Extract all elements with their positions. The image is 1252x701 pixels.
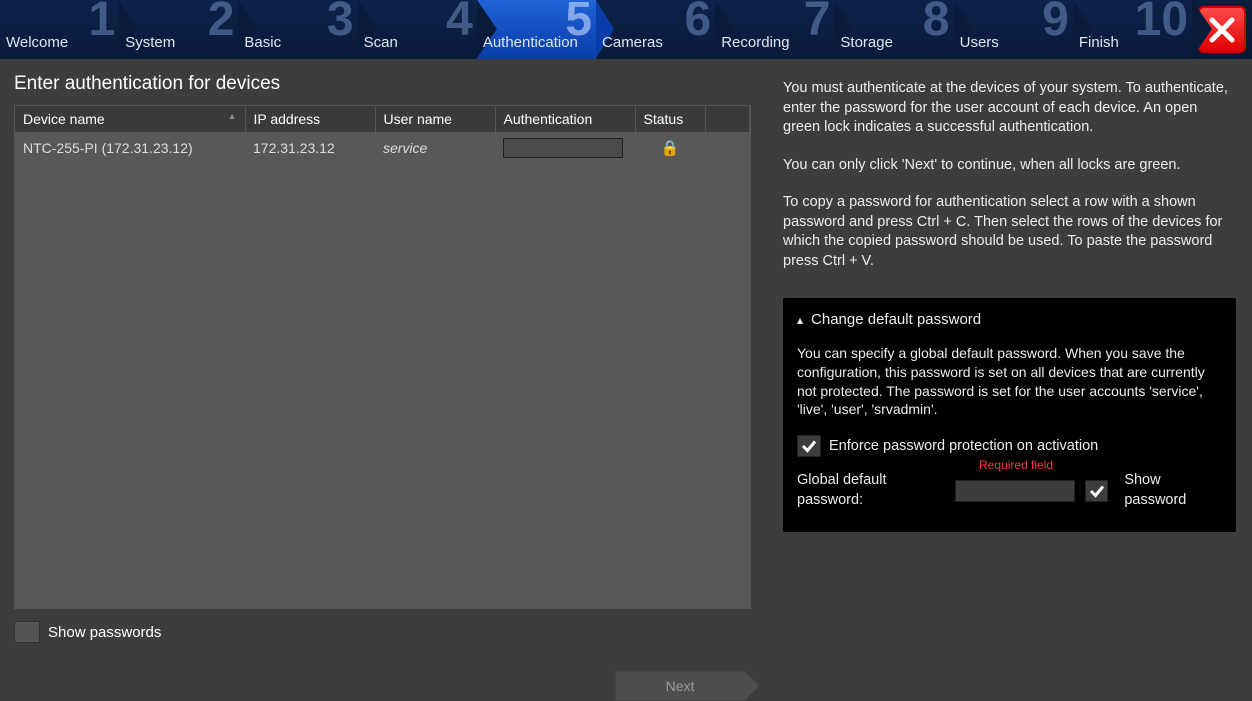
global-password-input[interactable]: [955, 480, 1075, 502]
panel-toggle[interactable]: ▴ Change default password: [797, 310, 1222, 330]
help-text: You must authenticate at the devices of …: [783, 79, 1236, 138]
auth-input[interactable]: [503, 138, 623, 158]
cell-user: service: [375, 133, 495, 164]
col-device-name[interactable]: Device name▲: [15, 106, 245, 133]
cell-device-name: NTC-255-PI (172.31.23.12): [15, 133, 245, 164]
step-welcome[interactable]: 1Welcome: [0, 0, 119, 59]
panel-body: You can specify a global default passwor…: [797, 344, 1222, 420]
change-password-panel: ▴ Change default password You can specif…: [783, 298, 1236, 533]
show-password-label: Show password: [1124, 471, 1222, 510]
check-icon: [1088, 482, 1106, 500]
global-password-label: Global default password:: [797, 471, 949, 510]
page-title: Enter authentication for devices: [14, 73, 751, 95]
chevron-up-icon: ▴: [797, 312, 803, 328]
cell-auth: [495, 133, 635, 164]
enforce-checkbox[interactable]: [797, 435, 821, 457]
col-auth[interactable]: Authentication: [495, 106, 635, 133]
table-row[interactable]: NTC-255-PI (172.31.23.12) 172.31.23.12 s…: [15, 133, 750, 164]
col-status[interactable]: Status: [635, 106, 705, 133]
lock-icon: 🔒: [661, 140, 680, 157]
enforce-label: Enforce password protection on activatio…: [829, 437, 1098, 457]
cell-ip: 172.31.23.12: [245, 133, 375, 164]
help-panel: You must authenticate at the devices of …: [765, 59, 1252, 701]
cell-status: 🔒: [635, 133, 705, 164]
required-label: Required field: [979, 457, 1053, 473]
check-icon: [800, 437, 818, 455]
show-passwords-label: Show passwords: [48, 624, 161, 641]
show-password-checkbox[interactable]: [1085, 480, 1108, 502]
sort-asc-icon: ▲: [228, 111, 237, 121]
panel-title: Change default password: [811, 310, 981, 330]
show-passwords-checkbox[interactable]: [14, 621, 40, 643]
device-table: Device name▲ IP address User name Authen…: [14, 105, 751, 609]
help-text: To copy a password for authentication se…: [783, 193, 1236, 271]
col-ip[interactable]: IP address: [245, 106, 375, 133]
col-user[interactable]: User name: [375, 106, 495, 133]
help-text: You can only click 'Next' to continue, w…: [783, 156, 1236, 176]
next-button[interactable]: Next: [615, 671, 745, 701]
col-spacer: [705, 106, 750, 133]
wizard-step-bar: 1Welcome 2System 3Basic 4Scan 5Authentic…: [0, 0, 1252, 59]
